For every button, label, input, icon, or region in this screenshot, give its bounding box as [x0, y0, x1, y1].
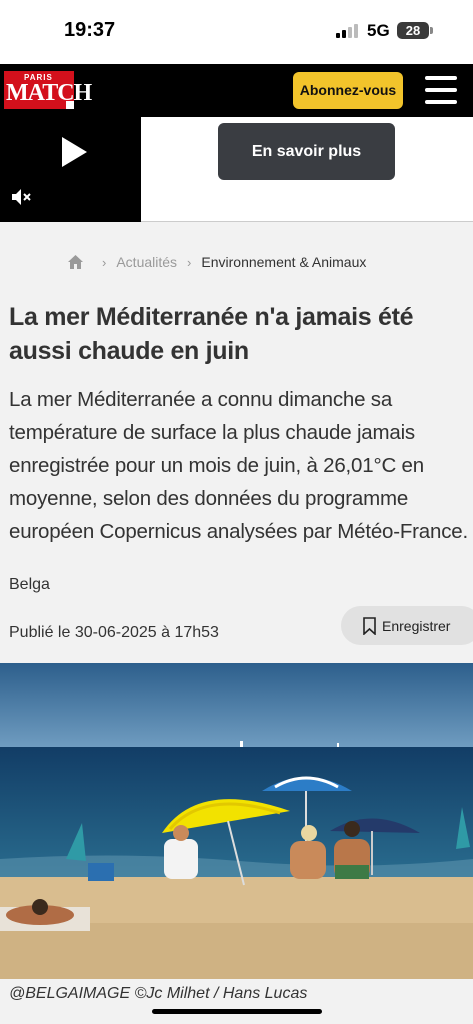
article-author: Belga — [9, 576, 50, 593]
home-indicator[interactable] — [152, 1009, 322, 1014]
article-lead: La mer Méditerranée a connu dimanche sa … — [9, 388, 468, 543]
subscribe-button[interactable]: Abonnez-vous — [293, 72, 403, 109]
status-time: 19:37 — [64, 19, 116, 41]
article-photo[interactable] — [0, 663, 473, 979]
play-icon[interactable] — [62, 137, 87, 167]
save-article-button[interactable]: Enregistrer — [341, 606, 473, 645]
logo-main-text: MATCH — [6, 80, 92, 106]
breadcrumb-link-actualites[interactable]: Actualités — [116, 254, 177, 270]
ad-banner: En savoir plus — [0, 117, 473, 222]
muted-speaker-icon[interactable] — [10, 187, 32, 207]
logo-badge — [66, 101, 74, 109]
paris-match-logo[interactable]: PARIS MATCH — [4, 71, 92, 109]
hamburger-menu-icon[interactable] — [425, 76, 457, 104]
video-player[interactable] — [0, 117, 141, 222]
publish-date: Publié le 30-06-2025 à 17h53 — [9, 624, 219, 641]
breadcrumb-link-environnement[interactable]: Environnement & Animaux — [201, 254, 366, 270]
network-type: 5G — [367, 21, 390, 40]
chevron-right-icon: › — [102, 254, 107, 270]
breadcrumb: › Actualités › Environnement & Animaux — [67, 252, 366, 272]
home-icon[interactable] — [67, 254, 84, 270]
status-bar: 19:37 5G 28 — [0, 0, 473, 64]
site-header: PARIS MATCH Abonnez-vous — [0, 64, 473, 117]
photo-caption: @BELGAIMAGE ©Jc Milhet / Hans Lucas — [9, 985, 308, 1002]
beach-photo-illustration — [0, 663, 473, 979]
bookmark-icon — [363, 616, 376, 635]
chevron-right-icon: › — [187, 254, 192, 270]
learn-more-button[interactable]: En savoir plus — [218, 123, 395, 180]
battery-cap — [430, 27, 433, 34]
battery-icon: 28 — [397, 22, 429, 39]
save-label: Enregistrer — [382, 617, 451, 634]
article-headline: La mer Méditerranée n'a jamais été aussi… — [9, 303, 414, 365]
signal-icon — [336, 24, 362, 38]
